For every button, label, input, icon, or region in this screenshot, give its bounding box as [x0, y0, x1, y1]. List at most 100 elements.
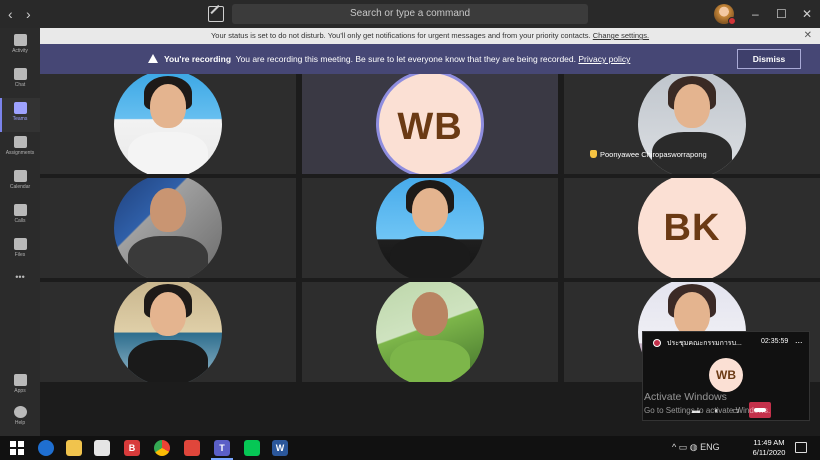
participant-tile[interactable] — [40, 74, 296, 174]
participant-tile-active-speaker[interactable]: WB — [302, 74, 558, 174]
activate-windows-watermark: Activate Windows Go to Settings to activ… — [644, 391, 770, 417]
rail-label: Activity — [12, 48, 28, 54]
rail-item-chat[interactable]: Chat — [0, 64, 40, 98]
phone-icon — [13, 204, 27, 216]
rail-item-calendar[interactable]: Calendar — [0, 166, 40, 200]
participant-tile[interactable] — [302, 178, 558, 278]
title-bar: ‹ › Search or type a command – ☐ ✕ — [0, 0, 820, 28]
participant-name: Poonyawee Chiropasworrapong — [600, 150, 707, 159]
privacy-policy-link[interactable]: Privacy policy — [578, 54, 630, 64]
windows-taskbar: B T W ^ ▭ ◍ ENG 11:49 AM 6/11/2020 — [0, 436, 820, 460]
app-red-icon[interactable] — [184, 440, 200, 456]
rail-item-calls[interactable]: Calls — [0, 200, 40, 234]
clock-time: 11:49 AM — [753, 438, 785, 447]
close-icon[interactable]: ✕ — [804, 28, 812, 44]
dnd-status-icon — [728, 17, 736, 25]
teams-icon — [13, 102, 27, 114]
new-chat-icon[interactable] — [208, 6, 224, 22]
calendar-icon — [13, 170, 27, 182]
help-icon — [13, 406, 27, 418]
participant-name-label: Poonyawee Chiropasworrapong — [590, 150, 707, 159]
participant-photo — [376, 178, 484, 278]
rail-label: Chat — [14, 82, 26, 88]
notification-icon[interactable] — [795, 442, 807, 453]
system-tray[interactable]: ^ ▭ ◍ ENG — [672, 442, 720, 453]
face-shape — [150, 84, 186, 128]
search-input[interactable]: Search or type a command — [232, 4, 588, 24]
change-settings-link[interactable]: Change settings. — [593, 31, 649, 40]
chat-icon — [13, 68, 27, 80]
store-icon[interactable] — [94, 440, 110, 456]
rail-item-activity[interactable]: Activity — [0, 30, 40, 64]
word-icon[interactable]: W — [272, 440, 288, 456]
teams-window: ‹ › Search or type a command – ☐ ✕ Activ… — [0, 0, 820, 460]
taskbar-clock[interactable]: 11:49 AM 6/11/2020 — [748, 438, 790, 458]
bell-icon — [13, 34, 27, 46]
more-options-icon[interactable]: ... — [795, 335, 803, 345]
face-shape — [412, 292, 448, 336]
face-shape — [150, 188, 186, 232]
participant-tile[interactable] — [40, 282, 296, 382]
body-shape — [128, 340, 208, 382]
app-b-icon[interactable]: B — [124, 440, 140, 456]
apps-icon — [13, 374, 27, 386]
clock-date: 6/11/2020 — [752, 448, 786, 457]
dnd-banner-text: Your status is set to do not disturb. Yo… — [210, 31, 591, 40]
windows-start-icon[interactable] — [10, 441, 24, 455]
participant-tile[interactable] — [302, 282, 558, 382]
participant-photo — [638, 74, 746, 174]
rail-label: Calendar — [9, 184, 31, 190]
rail-item-teams[interactable]: Teams — [0, 98, 40, 132]
forward-icon[interactable]: › — [26, 5, 31, 23]
minimize-icon[interactable]: – — [752, 7, 759, 21]
face-shape — [150, 292, 186, 336]
maximize-icon[interactable]: ☐ — [776, 7, 787, 21]
participant-photo — [114, 282, 222, 382]
rail-label: Files — [14, 252, 26, 258]
dnd-banner: Your status is set to do not disturb. Yo… — [40, 28, 820, 44]
teams-taskbar-icon[interactable]: T — [211, 440, 233, 460]
recording-title: You're recording — [164, 54, 232, 64]
warning-icon — [148, 54, 158, 63]
participant-photo — [376, 282, 484, 382]
body-shape — [390, 236, 470, 278]
participant-tile[interactable] — [40, 178, 296, 278]
participant-photo — [114, 74, 222, 174]
participant-initials: BK — [638, 178, 746, 278]
close-icon[interactable]: ✕ — [802, 7, 812, 21]
rail-item-help[interactable]: Help — [0, 402, 40, 436]
face-shape — [412, 188, 448, 232]
rail-item-assignments[interactable]: Assignments — [0, 132, 40, 166]
recording-text: You are recording this meeting. Be sure … — [235, 54, 576, 64]
line-icon[interactable] — [244, 440, 260, 456]
body-shape — [128, 132, 208, 174]
face-shape — [674, 84, 710, 128]
participant-photo — [114, 178, 222, 278]
rail-label: Help — [14, 420, 26, 426]
call-timer: 02:35:59 — [761, 338, 789, 345]
participant-tile[interactable]: BK — [564, 178, 820, 278]
file-explorer-icon[interactable] — [66, 440, 82, 456]
file-icon — [13, 238, 27, 250]
back-icon[interactable]: ‹ — [8, 5, 13, 23]
edge-icon[interactable] — [38, 440, 54, 456]
rail-label: Apps — [14, 388, 26, 394]
meeting-title: ประชุมคณะกรรมการบ... — [667, 340, 742, 347]
dismiss-button[interactable]: Dismiss — [737, 49, 801, 69]
rail-label: Calls — [14, 218, 26, 224]
raised-hand-icon — [590, 150, 597, 158]
recording-banner-content: You're recording You are recording this … — [148, 44, 630, 74]
rail-label: Assignments — [5, 150, 35, 156]
speaker-initials: WB — [709, 358, 743, 392]
chrome-icon[interactable] — [154, 440, 170, 456]
recording-icon — [653, 339, 661, 347]
more-apps-icon[interactable]: ••• — [0, 272, 40, 306]
face-shape — [674, 292, 710, 336]
rail-item-files[interactable]: Files — [0, 234, 40, 268]
participant-tile[interactable]: Poonyawee Chiropasworrapong — [564, 74, 820, 174]
body-shape — [128, 236, 208, 278]
recording-banner: You're recording You are recording this … — [40, 44, 820, 74]
rail-label: Teams — [12, 116, 28, 122]
watermark-title: Activate Windows — [644, 391, 727, 403]
rail-item-apps[interactable]: Apps — [0, 370, 40, 404]
